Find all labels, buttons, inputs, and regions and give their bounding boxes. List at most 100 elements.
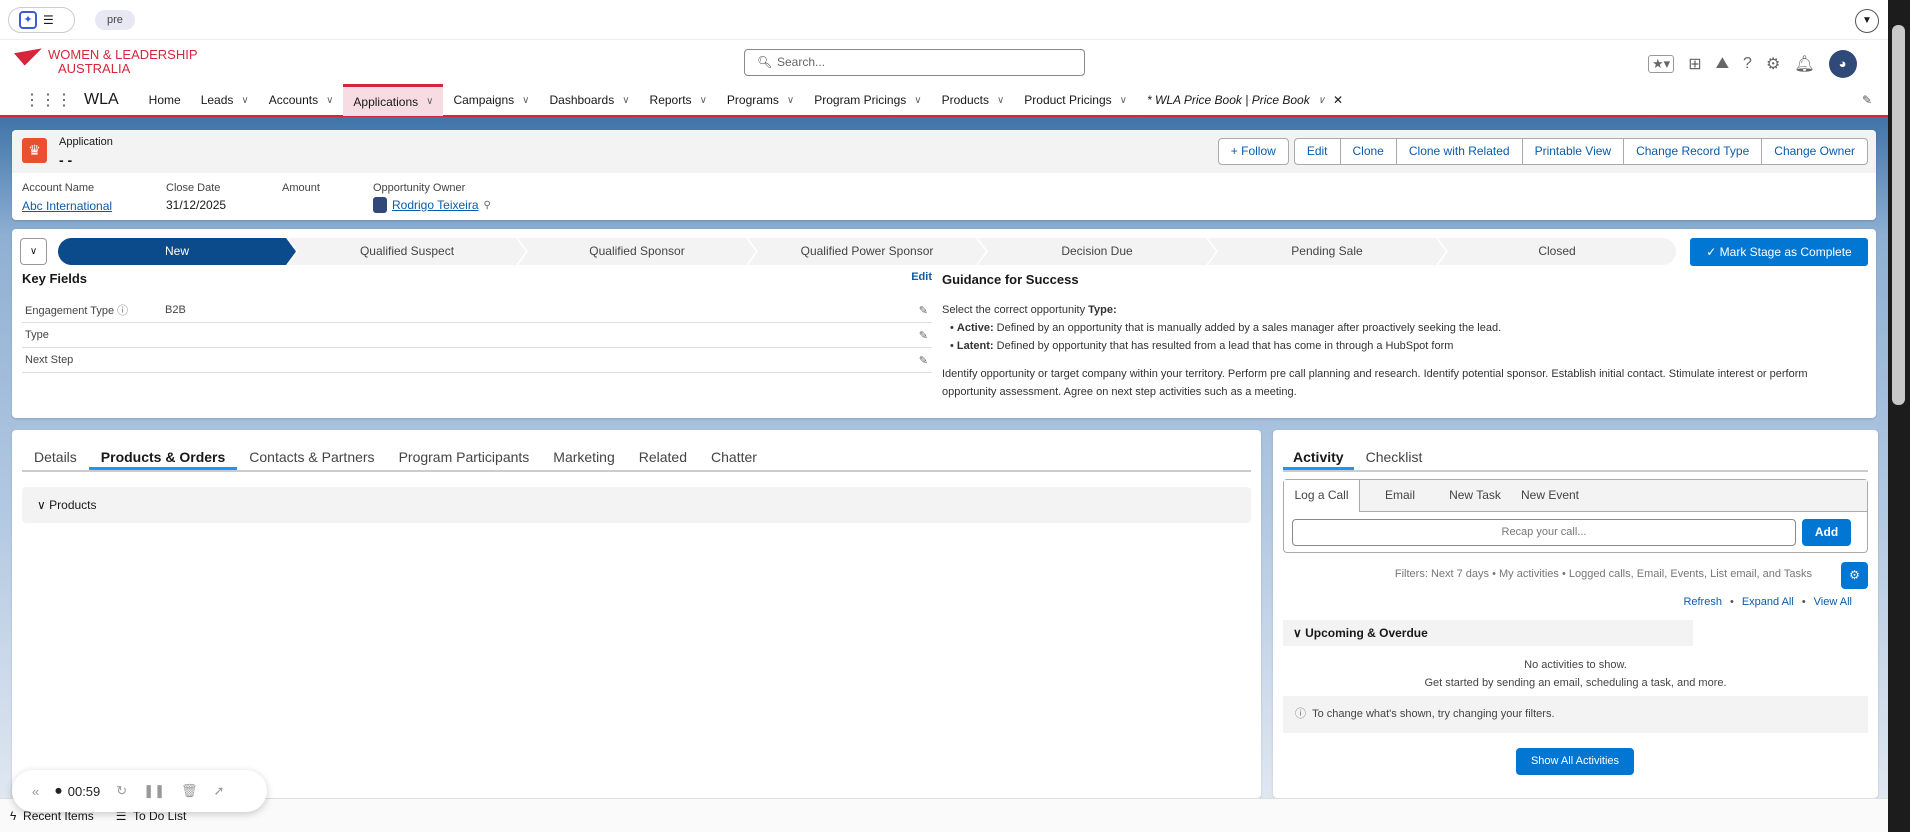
printable-view-button[interactable]: Printable View (1521, 138, 1625, 165)
nav-home[interactable]: Home (139, 84, 191, 116)
nav-dashboards[interactable]: Dashboards ∨ (539, 84, 639, 116)
filter-settings-icon[interactable]: ⚙ (1841, 562, 1868, 589)
chevron-down-icon[interactable]: ∨ (326, 95, 333, 106)
tab-activity[interactable]: Activity (1283, 442, 1354, 470)
chevron-down-icon[interactable]: ∨ (914, 95, 921, 106)
chevron-down-icon[interactable]: ∨ (426, 96, 433, 107)
gear-icon[interactable]: ⚙ (1766, 54, 1780, 74)
tab-program-participants[interactable]: Program Participants (387, 442, 542, 470)
nav-product-pricings[interactable]: Product Pricings ∨ (1014, 84, 1137, 116)
pencil-icon[interactable]: ✎ (919, 354, 928, 367)
expand-all-link[interactable]: Expand All (1742, 596, 1794, 608)
search-input[interactable]: 🔍︎ Search... (744, 49, 1085, 76)
chevron-down-icon[interactable]: ∨ (522, 95, 529, 106)
stage-decision-due[interactable]: Decision Due (978, 238, 1216, 265)
add-icon[interactable]: ⊞ (1688, 54, 1701, 74)
pencil-icon[interactable]: ✎ (919, 329, 928, 342)
stage-qualified-power-sponsor[interactable]: Qualified Power Sponsor (748, 238, 986, 265)
tab-bar: Details Products & Orders Contacts & Par… (22, 442, 1251, 472)
bell-icon[interactable]: 🔔︎ (1794, 54, 1814, 74)
change-owner-icon[interactable]: ⚲ (484, 200, 491, 211)
nav-reports[interactable]: Reports ∨ (640, 84, 717, 116)
close-icon[interactable]: ✕ (1333, 93, 1343, 107)
tab-checklist[interactable]: Checklist (1354, 442, 1435, 470)
recap-call-input[interactable]: Recap your call... (1292, 519, 1796, 546)
help-icon[interactable]: ? (1743, 55, 1752, 73)
trash-icon[interactable]: 🗑︎ (181, 783, 198, 799)
nav-accounts[interactable]: Accounts ∨ (259, 84, 344, 116)
filters-summary: Filters: Next 7 days • My activities • L… (1394, 568, 1812, 580)
chevron-down-icon[interactable]: ∨ (1318, 95, 1325, 106)
app-launcher-icon[interactable]: ⋮⋮⋮ (24, 90, 72, 110)
nav-price-book-tab[interactable]: * WLA Price Book | Price Book ∨ ✕ (1137, 84, 1353, 116)
account-name-link[interactable]: Abc International (22, 199, 112, 213)
refresh-link[interactable]: Refresh (1683, 596, 1722, 608)
trailhead-icon[interactable]: ⛰ (1716, 55, 1729, 73)
info-icon[interactable]: ⓘ (117, 305, 128, 317)
extension-menu[interactable]: ✦ ☰ (8, 7, 75, 33)
subtab-new-event[interactable]: New Event (1510, 480, 1590, 511)
tab-contacts-partners[interactable]: Contacts & Partners (237, 442, 386, 470)
change-record-type-button[interactable]: Change Record Type (1623, 138, 1763, 165)
chevron-down-icon[interactable]: ∨ (997, 95, 1004, 106)
search-placeholder: Search... (777, 55, 826, 69)
nav-campaigns[interactable]: Campaigns ∨ (443, 84, 539, 116)
favorites-icon[interactable]: ★▾ (1648, 55, 1675, 73)
chevron-down-icon[interactable]: ∨ (622, 95, 629, 106)
tab-details[interactable]: Details (22, 442, 89, 470)
edit-nav-icon[interactable]: ✎ (1862, 93, 1872, 107)
upcoming-overdue-header[interactable]: ∨ Upcoming & Overdue (1283, 620, 1693, 646)
follow-button[interactable]: + Follow (1217, 138, 1289, 165)
nav-label: Reports (649, 93, 692, 107)
subtab-log-a-call[interactable]: Log a Call (1284, 480, 1360, 512)
stage-qualified-suspect[interactable]: Qualified Suspect (288, 238, 526, 265)
logo[interactable]: WOMEN & LEADERSHIP AUSTRALIA (14, 48, 198, 76)
key-fields-edit-link[interactable]: Edit (911, 271, 932, 286)
pause-icon[interactable]: ❚❚ (143, 783, 165, 799)
info-icon: ⓘ (1295, 708, 1306, 720)
stop-icon[interactable]: ⏺ (55, 783, 62, 799)
chevron-down-icon[interactable]: ∨ (700, 95, 707, 106)
avatar[interactable]: ◕ (1828, 50, 1857, 78)
nav-label: Product Pricings (1024, 93, 1112, 107)
edit-button[interactable]: Edit (1293, 138, 1341, 165)
clone-button[interactable]: Clone (1339, 138, 1397, 165)
nav-products[interactable]: Products ∨ (932, 84, 1015, 116)
stage-new[interactable]: New (58, 238, 296, 265)
tab-related[interactable]: Related (627, 442, 699, 470)
scrollbar-thumb[interactable] (1892, 25, 1905, 405)
subtab-email[interactable]: Email (1360, 480, 1440, 511)
change-owner-button[interactable]: Change Owner (1761, 138, 1868, 165)
products-section-header[interactable]: ∨ Products (22, 487, 1251, 523)
pencil-icon[interactable]: ✎ (919, 304, 928, 317)
nav-program-pricings[interactable]: Program Pricings ∨ (804, 84, 931, 116)
owner-link[interactable]: Rodrigo Teixeira (392, 198, 479, 212)
subtab-new-task[interactable]: New Task (1440, 480, 1510, 511)
stage-qualified-sponsor[interactable]: Qualified Sponsor (518, 238, 756, 265)
chevron-down-icon[interactable]: ∨ (241, 95, 248, 106)
empty-hint: Get started by sending an email, schedul… (1424, 677, 1727, 689)
chevron-down-icon[interactable]: ∨ (1120, 95, 1127, 106)
nav-bar: ⋮⋮⋮ WLA Home Leads ∨ Accounts ∨ Applicatio… (0, 84, 1888, 117)
stage-closed[interactable]: Closed (1438, 238, 1676, 265)
restart-icon[interactable]: ↻ (116, 783, 127, 799)
pointer-icon[interactable]: ➚ (214, 783, 225, 799)
show-all-activities-button[interactable]: Show All Activities (1516, 748, 1634, 775)
mark-stage-complete-button[interactable]: ✓ Mark Stage as Complete (1690, 238, 1868, 266)
tab-products-orders[interactable]: Products & Orders (88, 442, 238, 470)
tab-chatter[interactable]: Chatter (699, 442, 769, 470)
nav-programs[interactable]: Programs ∨ (717, 84, 804, 116)
stage-pending-sale[interactable]: Pending Sale (1208, 238, 1446, 265)
key-fields-title: Key Fields (22, 271, 88, 286)
nav-applications[interactable]: Applications ∨ (343, 84, 444, 116)
chevron-down-icon[interactable]: ∨ (787, 95, 794, 106)
view-all-link[interactable]: View All (1814, 596, 1852, 608)
add-button[interactable]: Add (1802, 519, 1851, 546)
dropdown-icon[interactable]: ▼ (1855, 9, 1879, 33)
browser-tab[interactable]: pre (95, 10, 135, 30)
nav-leads[interactable]: Leads ∨ (191, 84, 259, 116)
tab-marketing[interactable]: Marketing (541, 442, 626, 470)
path-toggle[interactable]: ∨ (20, 238, 47, 265)
clone-with-related-button[interactable]: Clone with Related (1395, 138, 1523, 165)
collapse-icon[interactable]: « (32, 784, 39, 799)
